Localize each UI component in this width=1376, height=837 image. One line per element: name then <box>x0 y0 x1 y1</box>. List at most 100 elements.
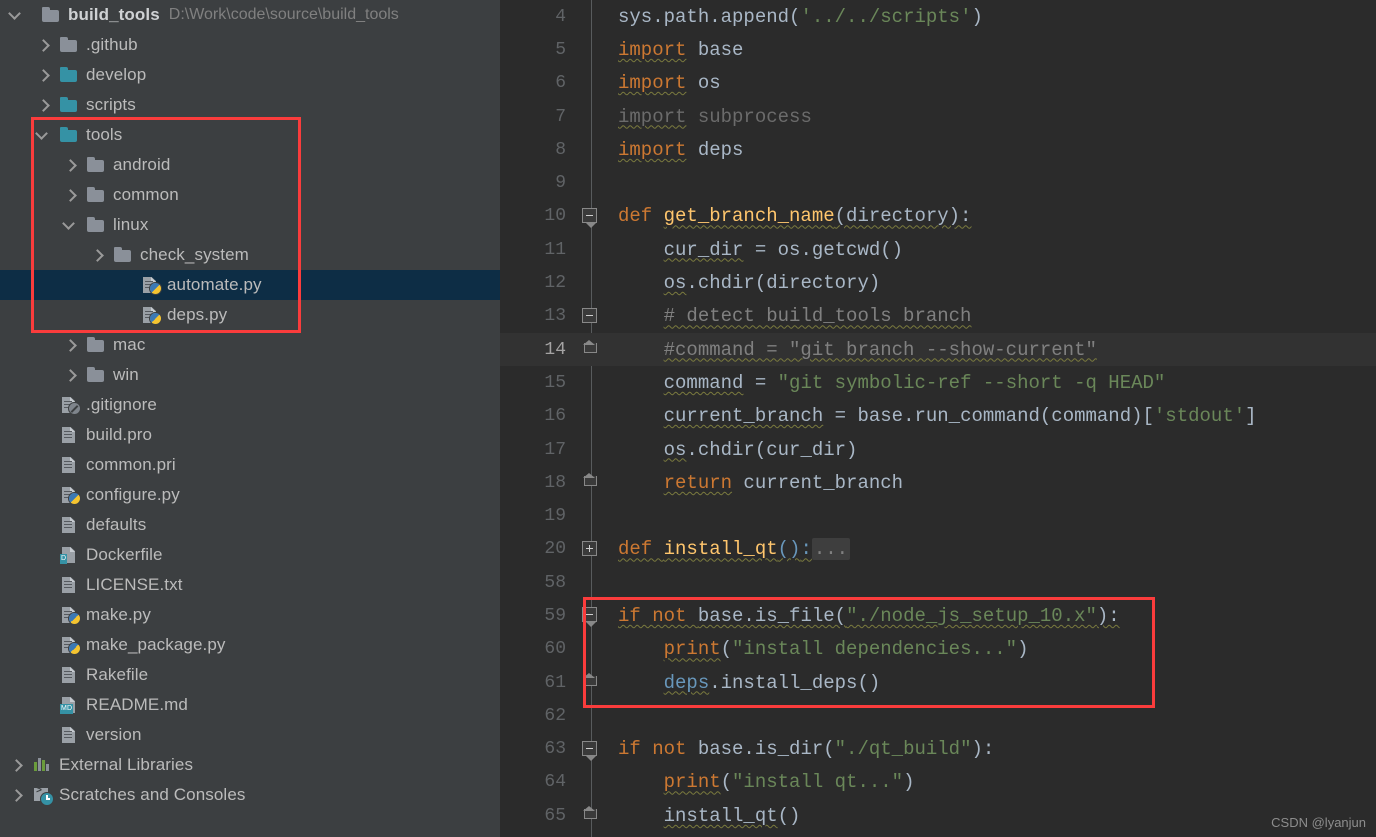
project-tool-window[interactable]: build_tools D:\Work\code\source\build_too… <box>0 0 500 837</box>
tree-item-readme-md[interactable]: MD README.md <box>0 690 500 720</box>
editor-line[interactable]: 20 def install_qt():... <box>500 533 1376 566</box>
fold-gutter[interactable] <box>578 733 604 766</box>
fold-gutter[interactable] <box>578 0 604 33</box>
tree-item-make-py[interactable]: make.py <box>0 600 500 630</box>
fold-collapse-icon[interactable] <box>582 740 597 761</box>
fold-gutter[interactable] <box>578 466 604 499</box>
chevron-down-icon[interactable] <box>8 7 24 23</box>
tree-item-scripts[interactable]: scripts <box>0 90 500 120</box>
tree-item-configure-py[interactable]: configure.py <box>0 480 500 510</box>
tree-item-deps-py[interactable]: deps.py <box>0 300 500 330</box>
tree-item-build-pro[interactable]: build.pro <box>0 420 500 450</box>
editor-line[interactable]: 9 <box>500 166 1376 199</box>
tree-item-check-system[interactable]: check_system <box>0 240 500 270</box>
chevron-right-icon[interactable] <box>62 157 78 173</box>
fold-gutter[interactable] <box>578 433 604 466</box>
editor-line[interactable]: 61 deps.install_deps() <box>500 666 1376 699</box>
fold-region-end-icon[interactable] <box>582 672 597 689</box>
tree-item-license-txt[interactable]: LICENSE.txt <box>0 570 500 600</box>
chevron-right-icon[interactable] <box>8 757 24 773</box>
fold-gutter[interactable] <box>578 366 604 399</box>
editor-line[interactable]: 60 print("install dependencies...") <box>500 633 1376 666</box>
editor-line[interactable]: 18 return current_branch <box>500 466 1376 499</box>
editor-line[interactable]: 64 print("install qt...") <box>500 766 1376 799</box>
tree-item-defaults[interactable]: defaults <box>0 510 500 540</box>
fold-gutter[interactable] <box>578 67 604 100</box>
tree-item-mac[interactable]: mac <box>0 330 500 360</box>
editor-line[interactable]: 4 sys.path.append('../../scripts') <box>500 0 1376 33</box>
fold-gutter[interactable] <box>578 100 604 133</box>
editor-line[interactable]: 14 #command = "git branch --show-current… <box>500 332 1376 367</box>
tree-item--gitignore[interactable]: .gitignore <box>0 390 500 420</box>
chevron-down-icon[interactable] <box>62 217 78 233</box>
fold-gutter[interactable] <box>578 200 604 233</box>
tree-item-android[interactable]: android <box>0 150 500 180</box>
chevron-right-icon[interactable] <box>89 247 105 263</box>
fold-gutter[interactable] <box>578 133 604 166</box>
tree-item-develop[interactable]: develop <box>0 60 500 90</box>
tree-item--github[interactable]: .github <box>0 30 500 60</box>
fold-region-end-icon[interactable] <box>582 473 597 489</box>
tree-item-root[interactable]: build_tools D:\Work\code\source\build_too… <box>0 0 500 30</box>
tree-item-linux[interactable]: linux <box>0 210 500 240</box>
fold-gutter[interactable] <box>578 799 604 832</box>
fold-gutter[interactable] <box>578 333 604 366</box>
fold-expand-icon[interactable] <box>582 540 597 556</box>
tree-item-dockerfile[interactable]: D Dockerfile <box>0 540 500 570</box>
chevron-right-icon[interactable] <box>62 187 78 203</box>
tree-item-automate-py[interactable]: automate.py <box>0 270 500 300</box>
editor-line[interactable]: 65 install_qt() <box>500 799 1376 832</box>
tree-item-tools[interactable]: tools <box>0 120 500 150</box>
editor-line[interactable]: 19 <box>500 499 1376 532</box>
tree-item-common-pri[interactable]: common.pri <box>0 450 500 480</box>
fold-gutter[interactable] <box>578 699 604 732</box>
fold-gutter[interactable] <box>578 33 604 66</box>
tree-item-external-libraries[interactable]: External Libraries <box>0 750 500 780</box>
fold-collapse-icon[interactable] <box>582 207 597 228</box>
tree-item-rakefile[interactable]: Rakefile <box>0 660 500 690</box>
editor-line[interactable]: 5 import base <box>500 33 1376 66</box>
fold-gutter[interactable] <box>578 832 604 837</box>
tree-item-version[interactable]: version <box>0 720 500 750</box>
fold-gutter[interactable] <box>578 499 604 532</box>
code-editor[interactable]: 4 sys.path.append('../../scripts') 5 import… <box>500 0 1376 837</box>
fold-region-end-icon[interactable] <box>582 806 597 822</box>
fold-gutter[interactable] <box>578 633 604 666</box>
fold-gutter[interactable] <box>578 533 604 566</box>
editor-line[interactable]: 15 command = "git symbolic-ref --short -… <box>500 366 1376 399</box>
editor-line[interactable]: 66 <box>500 832 1376 837</box>
fold-gutter[interactable] <box>578 666 604 699</box>
tree-item-common[interactable]: common <box>0 180 500 210</box>
chevron-right-icon[interactable] <box>62 367 78 383</box>
fold-gutter[interactable] <box>578 400 604 433</box>
editor-line[interactable]: 62 <box>500 699 1376 732</box>
chevron-right-icon[interactable] <box>35 37 51 53</box>
editor-line[interactable]: 6 import os <box>500 67 1376 100</box>
fold-gutter[interactable] <box>578 766 604 799</box>
chevron-down-icon[interactable] <box>35 127 51 143</box>
editor-line[interactable]: 17 os.chdir(cur_dir) <box>500 433 1376 466</box>
editor-line[interactable]: 58 <box>500 566 1376 599</box>
fold-region-end-icon[interactable] <box>582 339 597 356</box>
editor-line[interactable]: 16 current_branch = base.run_command(com… <box>500 400 1376 433</box>
editor-line[interactable]: 10 def get_branch_name(directory): <box>500 200 1376 233</box>
tree-item-win[interactable]: win <box>0 360 500 390</box>
editor-line[interactable]: 59 if not base.is_file("./node_js_setup_1… <box>500 599 1376 632</box>
chevron-right-icon[interactable] <box>8 787 24 803</box>
chevron-right-icon[interactable] <box>62 337 78 353</box>
chevron-right-icon[interactable] <box>35 97 51 113</box>
fold-gutter[interactable] <box>578 266 604 299</box>
fold-collapse-icon[interactable] <box>582 607 597 628</box>
editor-line[interactable]: 8 import deps <box>500 133 1376 166</box>
chevron-right-icon[interactable] <box>35 67 51 83</box>
fold-gutter[interactable] <box>578 300 604 333</box>
fold-collapse-icon[interactable] <box>582 307 597 323</box>
tree-item-make-package-py[interactable]: make_package.py <box>0 630 500 660</box>
fold-gutter[interactable] <box>578 599 604 632</box>
fold-gutter[interactable] <box>578 566 604 599</box>
editor-line[interactable]: 12 os.chdir(directory) <box>500 266 1376 299</box>
fold-gutter[interactable] <box>578 233 604 266</box>
editor-line[interactable]: 7 import subprocess <box>500 100 1376 133</box>
fold-gutter[interactable] <box>578 166 604 199</box>
editor-line[interactable]: 13 # detect build_tools branch <box>500 300 1376 333</box>
